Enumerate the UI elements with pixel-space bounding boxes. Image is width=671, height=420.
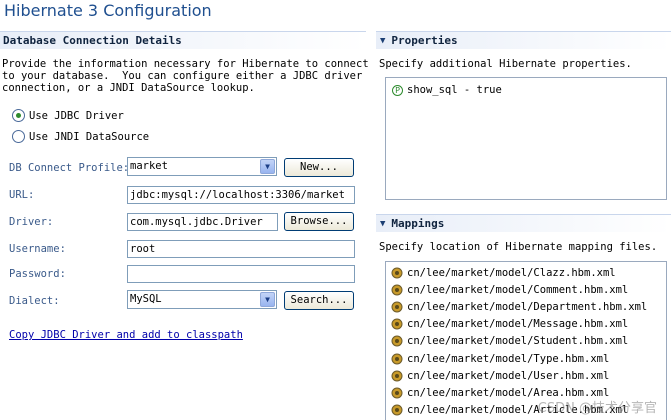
- properties-section-title: Properties: [391, 34, 458, 47]
- new-profile-button[interactable]: New...: [284, 158, 354, 177]
- property-item[interactable]: P show_sql - true: [386, 82, 666, 98]
- username-field[interactable]: root: [127, 240, 355, 258]
- chevron-down-icon[interactable]: ▼: [260, 159, 275, 174]
- mapping-item[interactable]: cn/lee/market/model/Message.hbm.xml: [386, 316, 666, 333]
- radio-jdbc-label: Use JDBC Driver: [29, 109, 124, 122]
- watermark: CSDN @技术分享官: [537, 401, 657, 416]
- mapping-path: cn/lee/market/model/Department.hbm.xml: [407, 300, 648, 313]
- properties-description: Specify additional Hibernate properties.: [379, 58, 632, 70]
- profile-label: DB Connect Profile:: [9, 162, 130, 174]
- driver-field[interactable]: com.mysql.jdbc.Driver: [127, 213, 278, 231]
- mapping-item[interactable]: cn/lee/market/model/User.hbm.xml: [386, 367, 666, 384]
- mapping-file-icon: [391, 387, 403, 399]
- radio-jndi-label: Use JNDI DataSource: [29, 130, 150, 143]
- mapping-file-icon: [391, 335, 403, 347]
- mapping-item[interactable]: cn/lee/market/model/Department.hbm.xml: [386, 298, 666, 315]
- mapping-file-icon: [391, 404, 403, 416]
- search-dialect-button[interactable]: Search...: [284, 291, 354, 310]
- dialect-value: MySQL: [130, 293, 162, 305]
- url-label: URL:: [9, 189, 35, 201]
- mapping-path: cn/lee/market/model/Student.hbm.xml: [407, 335, 629, 348]
- password-label: Password:: [9, 268, 66, 280]
- copy-jdbc-driver-link[interactable]: Copy JDBC Driver and add to classpath: [9, 329, 243, 341]
- mapping-item[interactable]: cn/lee/market/model/Clazz.hbm.xml: [386, 264, 666, 281]
- mappings-description: Specify location of Hibernate mapping fi…: [379, 241, 658, 253]
- mapping-file-icon: [391, 301, 403, 313]
- mapping-item[interactable]: cn/lee/market/model/Comment.hbm.xml: [386, 281, 666, 298]
- mapping-path: cn/lee/market/model/Comment.hbm.xml: [407, 283, 629, 296]
- mapping-path: cn/lee/market/model/Clazz.hbm.xml: [407, 266, 616, 279]
- mapping-item[interactable]: cn/lee/market/model/Type.hbm.xml: [386, 350, 666, 367]
- browse-button[interactable]: Browse...: [284, 212, 354, 231]
- dialect-select[interactable]: MySQL ▼: [127, 290, 277, 309]
- radio-selected-icon: [12, 109, 25, 122]
- mapping-path: cn/lee/market/model/User.hbm.xml: [407, 369, 610, 382]
- mapping-item[interactable]: cn/lee/market/model/Student.hbm.xml: [386, 333, 666, 350]
- profile-select[interactable]: market ▼: [127, 157, 277, 176]
- collapse-triangle-icon[interactable]: ▼: [380, 219, 385, 229]
- driver-label: Driver:: [9, 216, 54, 228]
- profile-value: market: [130, 160, 168, 172]
- chevron-down-icon[interactable]: ▼: [260, 292, 275, 307]
- page-title: Hibernate 3 Configuration: [4, 1, 212, 20]
- dialect-label: Dialect:: [9, 295, 60, 307]
- db-section-title: Database Connection Details: [3, 34, 182, 47]
- mapping-path: cn/lee/market/model/Message.hbm.xml: [407, 318, 629, 331]
- property-text: show_sql - true: [407, 84, 502, 96]
- radio-use-jndi[interactable]: Use JNDI DataSource: [12, 130, 149, 143]
- url-field[interactable]: jdbc:mysql://localhost:3306/market: [127, 186, 355, 204]
- collapse-triangle-icon[interactable]: ▼: [380, 36, 385, 46]
- radio-use-jdbc[interactable]: Use JDBC Driver: [12, 109, 124, 122]
- mapping-file-icon: [391, 284, 403, 296]
- radio-unselected-icon: [12, 130, 25, 143]
- db-section-header: Database Connection Details: [0, 31, 366, 49]
- username-label: Username:: [9, 243, 66, 255]
- properties-section-header[interactable]: ▼ Properties: [376, 31, 671, 49]
- mapping-path: cn/lee/market/model/Type.hbm.xml: [407, 352, 610, 365]
- properties-list[interactable]: P show_sql - true: [385, 77, 667, 200]
- mapping-file-icon: [391, 318, 403, 330]
- db-description: Provide the information necessary for Hi…: [2, 58, 369, 94]
- password-field[interactable]: [127, 265, 355, 283]
- mappings-section-title: Mappings: [391, 217, 445, 230]
- mapping-file-icon: [391, 370, 403, 382]
- mappings-section-header[interactable]: ▼ Mappings: [376, 214, 671, 232]
- property-icon: P: [392, 84, 403, 96]
- mapping-file-icon: [391, 353, 403, 365]
- mapping-file-icon: [391, 267, 403, 279]
